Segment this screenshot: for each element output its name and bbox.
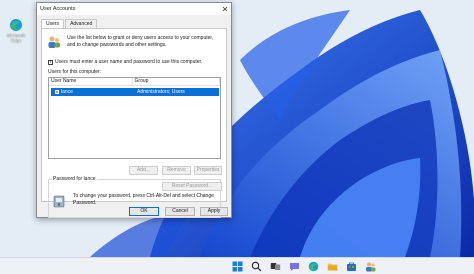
taskbar bbox=[0, 257, 474, 274]
user-icon bbox=[55, 90, 59, 94]
edge-icon bbox=[10, 19, 22, 31]
store-icon bbox=[347, 262, 356, 271]
add-button[interactable]: Add... bbox=[129, 166, 158, 175]
password-instructions: To change your password, press Ctrl-Alt-… bbox=[73, 193, 214, 206]
users-list-header: User Name Group bbox=[49, 78, 220, 86]
remove-button[interactable]: Remove bbox=[162, 166, 191, 175]
edge-shortcut-label: Microsoft Edge bbox=[6, 33, 26, 43]
file-explorer-button[interactable] bbox=[327, 261, 338, 272]
dialog-title: User Accounts bbox=[40, 6, 76, 12]
password-group-legend: Password for lance bbox=[52, 176, 97, 182]
require-password-row: ✓ Users must enter a user name and passw… bbox=[48, 59, 202, 65]
user-accounts-taskbar-button[interactable] bbox=[365, 261, 376, 272]
cancel-button[interactable]: Cancel bbox=[165, 207, 195, 216]
column-header-group[interactable]: Group bbox=[133, 78, 220, 85]
windows-start-icon bbox=[232, 261, 243, 272]
task-view-icon bbox=[270, 263, 281, 270]
user-name: lance bbox=[61, 89, 73, 95]
group-cell: Administrators; Users bbox=[137, 89, 185, 95]
taskbar-edge-button[interactable] bbox=[308, 261, 319, 272]
user-accounts-dialog: User Accounts ✕ Users Advanced Use the l… bbox=[36, 2, 232, 218]
reset-password-button[interactable]: Reset Password... bbox=[162, 182, 222, 191]
users-list[interactable]: User Name Group lance Administrators; Us… bbox=[48, 77, 221, 159]
users-icon bbox=[48, 36, 60, 48]
intro-text: Use the list below to grant or deny user… bbox=[67, 35, 214, 48]
desktop-edge-shortcut[interactable]: Microsoft Edge bbox=[2, 18, 30, 43]
file-explorer-icon bbox=[327, 263, 338, 271]
apply-button[interactable]: Apply bbox=[200, 207, 228, 216]
chat-icon bbox=[290, 263, 299, 271]
chat-button[interactable] bbox=[289, 261, 300, 272]
tab-users[interactable]: Users bbox=[41, 19, 65, 28]
table-row[interactable]: lance Administrators; Users bbox=[51, 88, 219, 96]
search-icon bbox=[251, 261, 262, 272]
edge-icon bbox=[308, 261, 319, 272]
users-list-label: Users for this computer: bbox=[48, 69, 102, 75]
require-password-checkbox[interactable]: ✓ bbox=[48, 59, 53, 65]
search-button[interactable] bbox=[251, 261, 262, 272]
store-button[interactable] bbox=[346, 261, 357, 272]
ok-button[interactable]: OK bbox=[129, 207, 159, 216]
users-tab-panel: Use the list below to grant or deny user… bbox=[41, 28, 227, 218]
user-cell: lance bbox=[51, 88, 133, 96]
user-accounts-icon bbox=[366, 262, 376, 272]
require-password-label: Users must enter a user name and passwor… bbox=[55, 59, 203, 65]
properties-button[interactable]: Properties bbox=[194, 166, 222, 175]
task-view-button[interactable] bbox=[270, 261, 281, 272]
tab-strip: Users Advanced bbox=[41, 19, 98, 28]
column-header-user-name[interactable]: User Name bbox=[49, 78, 133, 85]
dialog-titlebar[interactable]: User Accounts ✕ bbox=[37, 3, 231, 15]
intro-section: Use the list below to grant or deny user… bbox=[47, 35, 217, 49]
close-button[interactable]: ✕ bbox=[219, 3, 231, 15]
start-button[interactable] bbox=[232, 261, 243, 272]
tab-advanced[interactable]: Advanced bbox=[65, 19, 98, 28]
password-key-icon bbox=[53, 195, 65, 208]
